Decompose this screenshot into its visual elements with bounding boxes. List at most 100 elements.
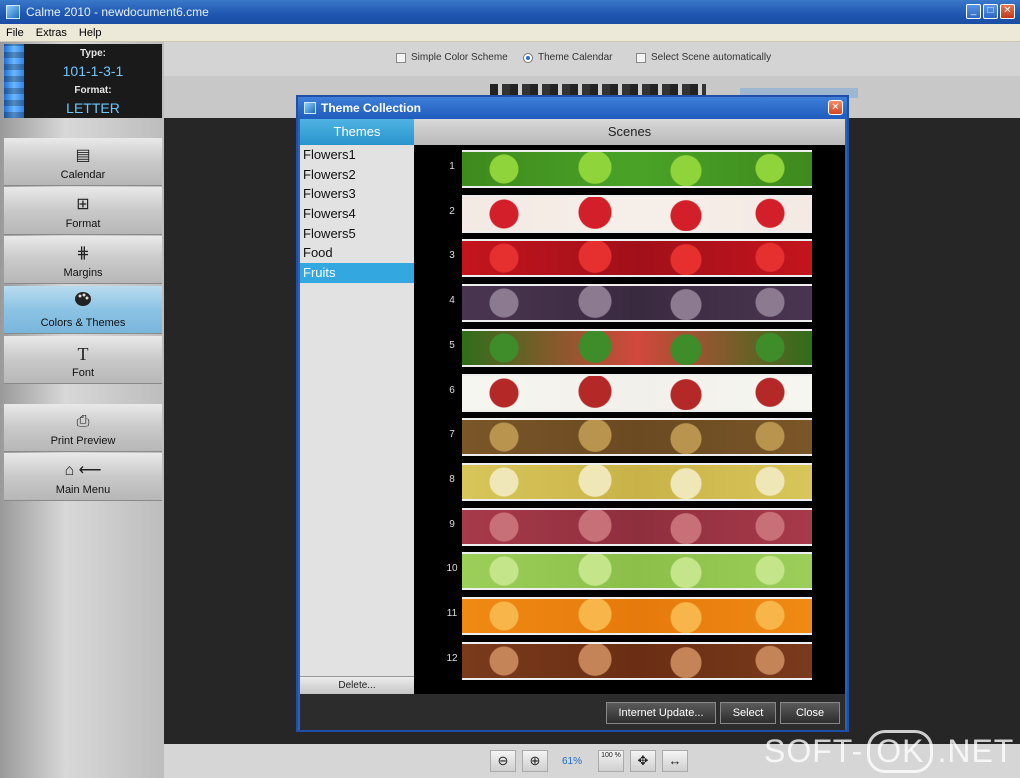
theme-item[interactable]: Flowers1 [300, 145, 414, 165]
type-value: 101-1-3-1 [62, 63, 124, 79]
scene-thumbnail[interactable] [462, 328, 812, 367]
theme-calendar-label: Theme Calendar [538, 52, 613, 63]
select-scene-checkbox[interactable] [636, 52, 646, 63]
scene-number: 7 [449, 429, 455, 441]
scene-number: 5 [449, 339, 455, 351]
simple-color-label: Simple Color Scheme [411, 52, 508, 63]
nav-calendar[interactable]: ▤ Calendar [4, 138, 162, 186]
scene-row[interactable]: 7 [414, 415, 814, 459]
theme-calendar-option[interactable]: Theme Calendar [523, 52, 612, 63]
menu-help[interactable]: Help [73, 27, 108, 39]
scene-row[interactable]: 2 [414, 192, 814, 236]
theme-item-selected[interactable]: Fruits [300, 263, 414, 283]
nav-label: Calendar [60, 169, 106, 181]
nav-format[interactable]: ⊞ Format [4, 187, 162, 235]
theme-item[interactable]: Flowers3 [300, 184, 414, 204]
scene-number: 11 [446, 608, 458, 619]
nav-print-preview[interactable]: ⎙ Print Preview [4, 404, 162, 452]
maximize-button[interactable]: □ [983, 4, 998, 19]
scene-thumbnail[interactable] [462, 597, 812, 635]
app-icon [6, 5, 20, 19]
scene-thumbnail[interactable] [462, 373, 812, 412]
fit-page-icon[interactable]: ✥ [630, 750, 656, 772]
scene-number: 1 [449, 161, 455, 172]
scene-thumbnail[interactable] [462, 194, 812, 233]
dialog-title: Theme Collection [321, 101, 422, 115]
select-button[interactable]: Select [720, 702, 776, 724]
scene-row[interactable]: 11 [414, 594, 814, 638]
print-preview-icon: ⎙ [76, 413, 90, 430]
nav-label: Colors & Themes [40, 317, 126, 329]
close-button[interactable]: Close [780, 702, 840, 724]
scene-number: 10 [446, 563, 458, 575]
watermark-logo: SOFT- OK .NET [764, 730, 1014, 773]
scene-thumbnail[interactable] [462, 641, 812, 680]
scene-thumbnail[interactable] [462, 239, 812, 278]
scene-thumbnail[interactable] [462, 552, 812, 591]
scene-row[interactable]: 4 [414, 281, 814, 325]
themes-header: Themes [300, 119, 414, 145]
scene-row[interactable]: 10 [414, 549, 814, 593]
document-info: Type: 101-1-3-1 Format: LETTER [4, 44, 162, 118]
nav-colors-themes[interactable]: Colors & Themes [4, 286, 162, 334]
simple-color-scheme-option[interactable]: Simple Color Scheme [396, 52, 508, 63]
scenes-pane: 1 2 3 4 5 6 7 8 9 10 11 12 [414, 145, 845, 694]
close-window-button[interactable]: ✕ [1000, 4, 1015, 19]
scene-row[interactable]: 1 [414, 147, 814, 191]
theme-item[interactable]: Flowers4 [300, 204, 414, 224]
menu-extras[interactable]: Extras [30, 27, 73, 39]
select-scene-option[interactable]: Select Scene automatically [636, 52, 771, 63]
scene-row[interactable]: 12 [414, 639, 814, 683]
left-panel: Type: 101-1-3-1 Format: LETTER ▤ Calenda… [0, 42, 164, 778]
scene-row[interactable]: 5 [414, 326, 814, 370]
theme-calendar-radio[interactable] [523, 52, 533, 63]
watermark-ok: OK [867, 730, 934, 773]
theme-item[interactable]: Flowers5 [300, 224, 414, 244]
scene-number: 9 [449, 518, 455, 530]
dialog-footer: Internet Update... Select Close [300, 694, 845, 730]
scene-number: 6 [449, 384, 455, 396]
scene-thumbnail[interactable] [462, 507, 812, 546]
menu-file[interactable]: File [0, 27, 30, 39]
scene-row[interactable]: 6 [414, 371, 814, 415]
scenes-header: Scenes [414, 119, 845, 145]
theme-item[interactable]: Food [300, 243, 414, 263]
scene-thumbnail[interactable] [462, 462, 812, 501]
format-icon: ⊞ [76, 196, 90, 213]
menubar: File Extras Help [0, 24, 1020, 42]
scene-row[interactable]: 3 [414, 236, 814, 280]
home-back-icon: ⌂ ⟵ [64, 462, 102, 479]
format-value: LETTER [66, 100, 120, 116]
nav-font[interactable]: T Font [4, 336, 162, 384]
scene-thumbnail[interactable] [462, 150, 812, 188]
scene-row[interactable]: 9 [414, 505, 814, 549]
scene-row[interactable]: 8 [414, 460, 814, 504]
fit-width-icon[interactable]: ↔ [662, 750, 688, 772]
scene-thumbnail[interactable] [462, 418, 812, 457]
simple-color-checkbox[interactable] [396, 52, 406, 63]
minimize-button[interactable]: _ [966, 4, 981, 19]
dialog-body: Themes Scenes Flowers1 Flowers2 Flowers3… [300, 119, 845, 694]
select-scene-label: Select Scene automatically [651, 52, 772, 63]
type-label: Type: [80, 48, 106, 59]
theme-collection-dialog: Theme Collection ✕ Themes Scenes Flowers… [296, 95, 849, 732]
color-strip-decoration [4, 44, 24, 118]
zoom-level: 61% [562, 756, 583, 767]
nav-margins[interactable]: ⋕ Margins [4, 236, 162, 284]
zoom-out-icon[interactable]: ⊖ [490, 750, 516, 772]
window-title: Calme 2010 - newdocument6.cme [26, 5, 209, 19]
themes-list: Flowers1 Flowers2 Flowers3 Flowers4 Flow… [300, 145, 414, 694]
zoom-100-button[interactable]: 100 % [598, 750, 624, 772]
nav-main-menu[interactable]: ⌂ ⟵ Main Menu [4, 453, 162, 501]
nav-label: Print Preview [50, 435, 116, 447]
dialog-close-icon[interactable]: ✕ [828, 100, 843, 115]
font-icon: T [77, 344, 89, 364]
delete-button[interactable]: Delete... [300, 676, 414, 694]
scene-thumbnail[interactable] [462, 284, 812, 323]
format-label: Format: [74, 85, 112, 96]
zoom-in-icon[interactable]: ⊕ [522, 750, 548, 772]
internet-update-button[interactable]: Internet Update... [606, 702, 716, 724]
scene-number: 4 [449, 295, 455, 307]
theme-item[interactable]: Flowers2 [300, 165, 414, 185]
scene-number: 12 [446, 652, 458, 664]
